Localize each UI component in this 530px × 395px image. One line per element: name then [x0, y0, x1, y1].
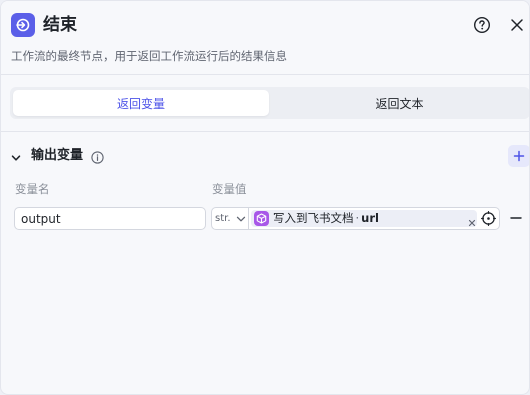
- variable-reference-tag[interactable]: 写入到飞书文档 · url: [251, 210, 477, 227]
- reference-field-name: url: [361, 211, 379, 225]
- add-variable-button[interactable]: [508, 145, 529, 167]
- info-icon[interactable]: [91, 149, 104, 164]
- chevron-down-icon: [236, 216, 246, 222]
- end-node-panel: 结束 工作流的最终节点，用于返回工作流运行后的结果信息 返回变量 返回文本 输出…: [0, 0, 530, 395]
- column-header-value: 变量值: [212, 182, 247, 196]
- variable-value-field[interactable]: 写入到飞书文档 · url: [248, 207, 500, 230]
- chevron-down-icon[interactable]: [10, 149, 22, 161]
- minus-icon: [510, 217, 522, 219]
- cube-icon: [254, 211, 269, 226]
- clear-reference-icon[interactable]: [467, 213, 477, 227]
- section-divider: [1, 131, 529, 132]
- tab-return-text[interactable]: 返回文本: [272, 90, 527, 116]
- output-mode-tabs: 返回变量 返回文本: [10, 87, 529, 119]
- plus-icon: [513, 150, 525, 162]
- variable-name-input[interactable]: [14, 207, 206, 230]
- column-header-name: 变量名: [15, 182, 50, 196]
- close-icon[interactable]: [508, 16, 526, 34]
- help-icon[interactable]: [473, 16, 491, 34]
- node-description: 工作流的最终节点，用于返回工作流运行后的结果信息: [11, 49, 287, 63]
- end-node-icon: [11, 13, 35, 37]
- target-icon[interactable]: [481, 211, 496, 226]
- variable-type-label: str.: [215, 213, 231, 224]
- reference-node-name: 写入到飞书文档: [273, 211, 354, 225]
- variable-type-select[interactable]: str.: [211, 207, 249, 230]
- panel-header: 结束 工作流的最终节点，用于返回工作流运行后的结果信息: [1, 1, 529, 75]
- page-title: 结束: [43, 15, 77, 35]
- remove-variable-button[interactable]: [509, 210, 523, 226]
- output-variables-title: 输出变量: [31, 148, 84, 163]
- tab-return-variables[interactable]: 返回变量: [13, 90, 269, 116]
- reference-separator: ·: [355, 211, 360, 225]
- reference-label: 写入到飞书文档 · url: [273, 211, 379, 226]
